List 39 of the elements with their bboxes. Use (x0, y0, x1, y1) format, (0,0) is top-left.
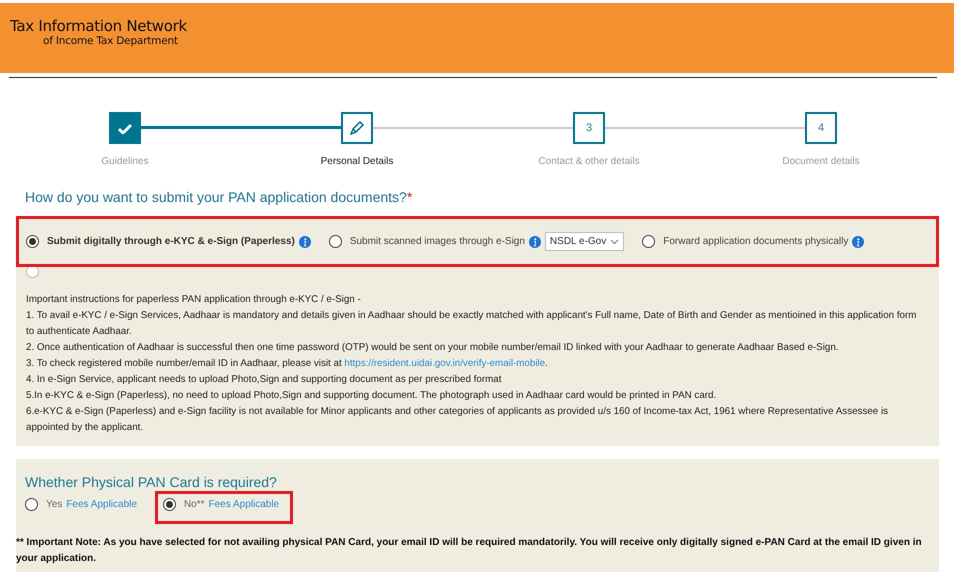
info-icon[interactable] (852, 236, 864, 248)
dropdown[interactable]: NSDL e-Gov (544, 232, 624, 251)
instruction-text: 3. To check registered mobile number/email ID in Aadhaar, please visit at https://resident.uidai.gov.in/verify-email-mobile. (26, 356, 549, 370)
step-label: Guidelines (101, 155, 149, 169)
site-title: Tax Information Network (10, 17, 188, 35)
radio-button[interactable] (642, 235, 656, 248)
verify-link[interactable]: https://resident.uidai.gov.in/verify-email-mobile (344, 358, 546, 368)
radio-button[interactable] (328, 235, 342, 248)
step-number: 4 (818, 120, 824, 136)
radio-button[interactable] (162, 498, 176, 511)
info-icon[interactable] (528, 236, 541, 248)
radio-button[interactable] (26, 235, 39, 248)
important-note: ** Important Note: As you have selected for not availing physical PAN Card, your email ID will be required mandatorily. You will receive only digitally signed e-PAN Card at the email ID given in your application. (16, 536, 923, 566)
fees-link[interactable]: Fees Applicable (208, 497, 280, 512)
chevron-icon (610, 238, 620, 244)
step-label: Contact & other details (538, 155, 640, 169)
step-label: Document details (782, 155, 860, 169)
instruction-text: Important instructions for paperless PAN application through e-KYC / e-Sign - (26, 292, 362, 306)
option-label[interactable]: Submit scanned images through e-Sign (350, 234, 525, 249)
required-mark: * (406, 189, 412, 205)
question-heading: How do you want to submit your PAN application documents? (25, 189, 407, 205)
step-number: 3 (586, 120, 592, 136)
info-icon[interactable] (298, 236, 311, 248)
fees-link[interactable]: Fees Applicable (66, 497, 137, 512)
radio-button[interactable] (25, 498, 38, 511)
option-label[interactable]: No** (184, 497, 205, 512)
check-icon (118, 122, 132, 134)
instruction-text: 5.In e-KYC & e-Sign (Paperless), no need to upload Photo,Sign and supporting document. The photograph used in Aadhaar card would be printed in PAN card. (26, 388, 718, 402)
instruction-text: 4. In e-Sign Service, applicant needs to upload Photo,Sign and supporting document as per prescribed format (26, 372, 502, 386)
pencil-icon (349, 121, 365, 135)
option-label[interactable]: Yes (46, 497, 62, 512)
instruction-text: 1. To avail e-KYC / e-Sign Services, Aadhaar is mandatory and details given in Aadhaar should be exactly matched with applicant's Full name, Date of Birth and Gender as mentioined in this application form to authenticate Aadhaar. (26, 308, 918, 338)
site-subtitle: of Income Tax Department (42, 35, 179, 48)
question-heading: Whether Physical PAN Card is required? (25, 472, 278, 492)
instruction-text: 2. Once authentication of Aadhaar is successful then one time password (OTP) would be sent on your mobile number/email ID linked with your Aadhaar to generate Aadhaar Based e-Sign. (26, 340, 840, 354)
step-label: Personal Details (320, 155, 394, 169)
option-label[interactable]: Forward application documents physically (663, 234, 848, 249)
instruction-text: 6.e-KYC & e-Sign (Paperless) and e-Sign facility is not available for Minor applicants and other categories of applicants as provided u/s 160 of Income-tax Act, 1961 where Representative Assessee is appointed by the applicant. (26, 404, 890, 434)
option-label[interactable]: Submit digitally through e-KYC & e-Sign (Paperless) (47, 234, 295, 249)
